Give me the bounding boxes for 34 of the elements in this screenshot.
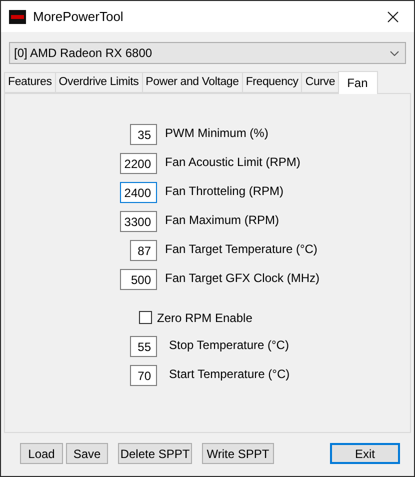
chevron-icon xyxy=(390,50,399,56)
setting-label: Fan Target Temperature (°C) xyxy=(165,240,318,258)
action-button[interactable]: Load xyxy=(20,443,63,464)
setting-label: Start Temperature (°C) xyxy=(169,366,290,382)
action-button[interactable]: Write SPPT xyxy=(202,443,274,464)
setting-label: Fan Target GFX Clock (MHz) xyxy=(165,270,320,286)
tab[interactable]: Power and Voltage xyxy=(142,72,242,93)
close-icon[interactable] xyxy=(387,10,399,22)
number-field[interactable]: 70 xyxy=(130,365,157,386)
tab[interactable]: Overdrive Limits xyxy=(54,72,142,93)
device-dropdown[interactable]: [0] AMD Radeon RX 6800 xyxy=(9,42,406,64)
number-field[interactable]: 2400 xyxy=(120,182,157,203)
checkbox[interactable] xyxy=(139,311,152,324)
checkbox-label: Zero RPM Enable xyxy=(157,310,252,326)
number-field[interactable]: 500 xyxy=(120,269,157,290)
setting-label: Fan Acoustic Limit (RPM) xyxy=(165,154,300,170)
tab[interactable]: Frequency xyxy=(242,72,302,93)
number-field[interactable]: 3300 xyxy=(120,211,157,232)
tab[interactable]: Features xyxy=(4,72,55,93)
action-button[interactable]: Save xyxy=(66,443,108,464)
setting-label: PWM Minimum (%) xyxy=(165,124,268,142)
exit-button[interactable]: Exit xyxy=(330,443,400,464)
setting-label: Stop Temperature (°C) xyxy=(169,336,289,354)
app-logo-icon xyxy=(9,10,26,24)
tab[interactable]: Fan xyxy=(338,71,378,94)
tab[interactable]: Curve xyxy=(301,72,338,93)
setting-label: Fan Throtteling (RPM) xyxy=(165,182,284,200)
number-field[interactable]: 2200 xyxy=(120,153,157,174)
number-field[interactable]: 35 xyxy=(130,124,157,145)
window-title: MorePowerTool xyxy=(33,8,124,26)
number-field[interactable]: 55 xyxy=(130,336,157,357)
action-button[interactable]: Delete SPPT xyxy=(118,443,192,464)
setting-label: Fan Maximum (RPM) xyxy=(165,212,280,228)
number-field[interactable]: 87 xyxy=(130,240,157,261)
